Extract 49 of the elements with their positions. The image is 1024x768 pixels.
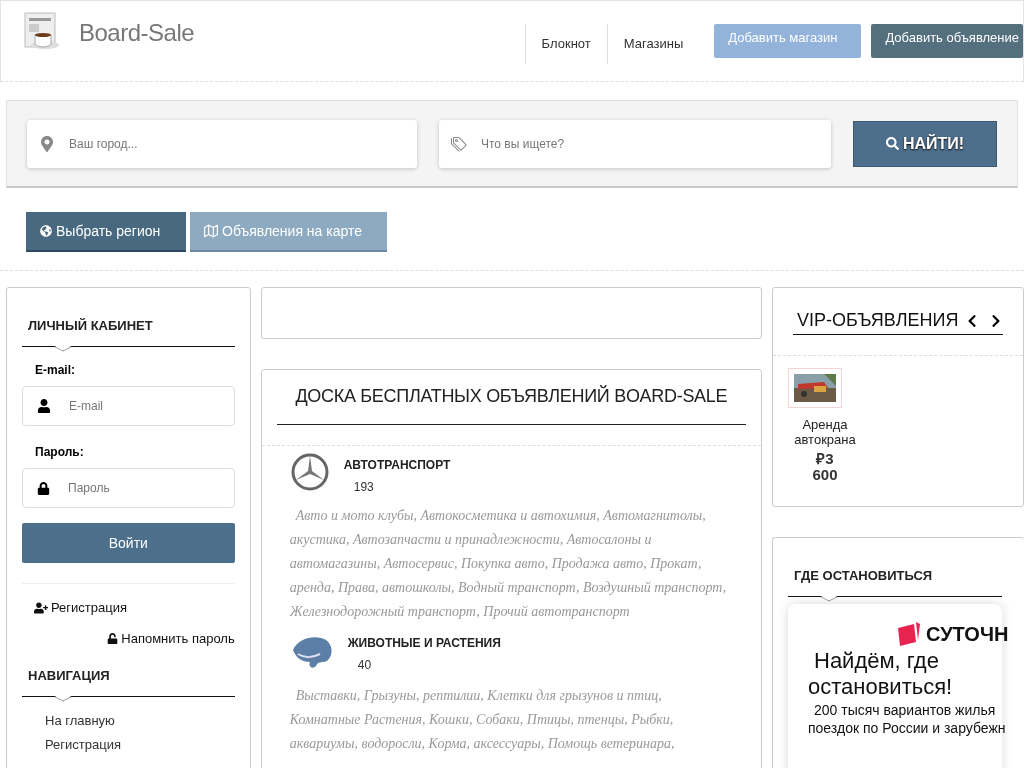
search-button[interactable]: НАЙТИ! [853,120,997,167]
email-input-box[interactable]: E-mail [22,386,235,426]
nav-item[interactable]: Регистрация [22,737,235,752]
ad-text: 200 тысяч вариантов жилья [814,702,996,718]
search-icon [885,137,899,150]
email-field[interactable]: E-mail [67,398,234,414]
category-count: 193 [353,480,375,494]
remind-password-link[interactable]: Напомнить пароль [107,631,235,646]
map-icon [204,224,218,238]
add-user-icon [34,600,48,615]
board-title: ДОСКА БЕСПЛАТНЫХ ОБЪЯВЛЕНИЙ BOARD-SALE [276,370,746,425]
add-button[interactable]: Добавить объявление [871,24,1023,58]
section-heading: НАВИГАЦИЯ [28,668,110,683]
unlock-icon [107,633,119,644]
category-link[interactable]: АВТОТРАНСПОРТ [343,458,451,472]
field-label: E-mail: [34,363,76,377]
query-field[interactable]: Что вы ищете? [479,135,831,152]
emblem-icon [289,452,330,492]
nav-link[interactable]: Блокнот [524,24,607,64]
register-link[interactable]: Регистрация [34,600,127,615]
category-link[interactable]: ЖИВОТНЫЕ И РАСТЕНИЯ [347,636,501,650]
section-heading: ГДЕ ОСТАНОВИТЬСЯ [794,568,933,583]
region-button[interactable]: Выбрать регион [26,212,186,252]
ad-text: поездок по России и зарубежн [808,720,1006,736]
lock-icon [37,481,50,495]
login-button[interactable]: Войти [22,523,235,563]
city-field[interactable]: Ваш город... [67,135,417,152]
subcategory-list: Авто и мото клубы, Автокосметика и автохимия, Автомагнитолы, акустика, Автозапчасти и принадлежности, Автосалоны и автомагазины, Автосервис, Покупка авто, Продажа авто, Прокат, аренда, Права, автошколы, Водный транспорт, Воздушный транспорт, Железнодорожный транспорт, Прочий автотранспорт [289,504,731,624]
password-field[interactable]: Пароль [66,480,234,496]
vip-item-title[interactable]: Аренда автокрана [788,417,862,447]
site-name[interactable]: Board-Sale [79,19,195,47]
subcategory-list: Выставки, Грызуны, рептилии, Клетки для грызунов и птиц, Комнатные Растения, Кошки, Собаки, Птицы, птенцы, Рыбки, аквариумы, водоросли, Корма, аксессуары, Помощь ветеринара, [289,684,731,756]
vip-title: VIP-ОБЪЯВЛЕНИЯ [797,310,960,331]
vip-item-price: ₽3 600 [811,451,839,483]
map-pin-icon [39,135,55,152]
ad-headline: Найдём, где остановиться! [808,648,954,700]
category-count: 40 [357,658,373,672]
nav-item[interactable]: На главную [22,713,235,728]
section-heading: ЛИЧНЫЙ КАБИНЕТ [28,318,153,333]
field-label: Пароль: [34,445,85,459]
query-input-box[interactable]: Что вы ищете? [439,119,831,168]
password-input-box[interactable]: Пароль [22,468,235,508]
city-input-box[interactable]: Ваш город... [27,119,417,168]
user-icon [37,399,51,413]
nav-link[interactable]: Магазины [606,24,700,64]
logo-icon [896,622,922,646]
brand-name: СУТОЧН [926,622,1009,646]
tags-icon [451,135,467,152]
globe-icon [40,225,52,237]
